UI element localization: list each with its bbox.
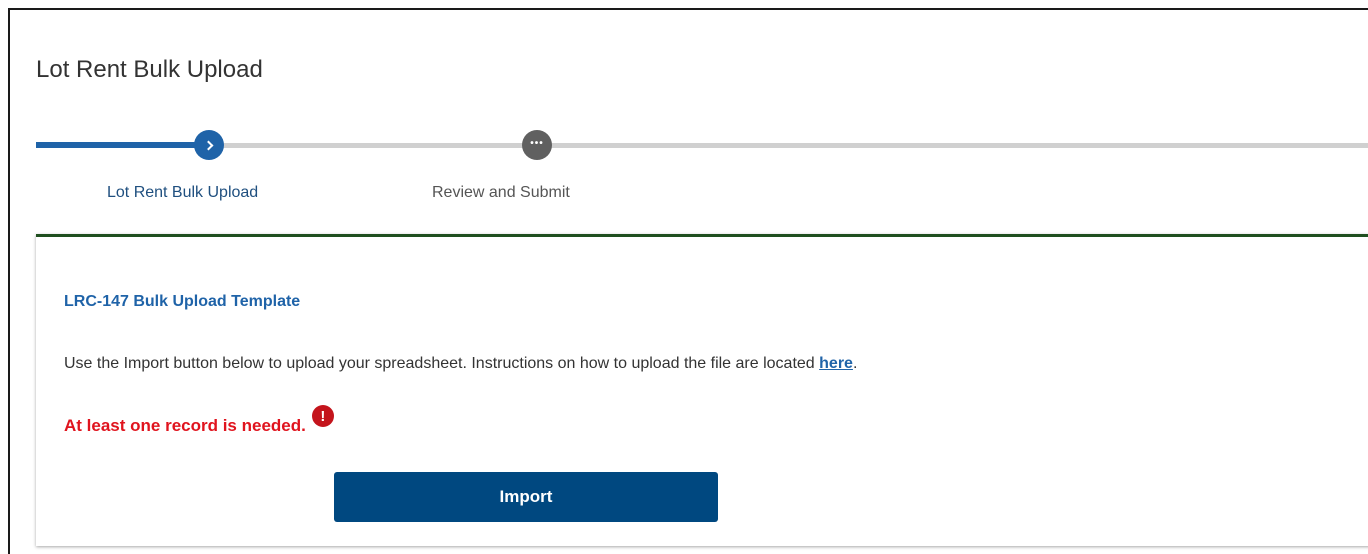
error-message: At least one record is needed.	[64, 416, 306, 435]
step-2-ellipsis-icon[interactable]: •••	[522, 130, 552, 160]
instructions-suffix: .	[852, 355, 858, 372]
upload-card: LRC-147 Bulk Upload Template Use the Imp…	[36, 234, 1368, 546]
stepper-track-progress	[36, 142, 216, 148]
ellipsis-icon: •••	[530, 137, 544, 149]
step-1-label[interactable]: Lot Rent Bulk Upload	[107, 184, 258, 202]
instructions-text: Use the Import button below to upload yo…	[64, 355, 857, 373]
template-heading: LRC-147 Bulk Upload Template	[64, 293, 301, 310]
instructions-prefix: Use the Import button below to upload yo…	[64, 355, 820, 372]
import-button[interactable]: Import	[334, 472, 718, 522]
step-2-label[interactable]: Review and Submit	[432, 184, 570, 202]
progress-stepper: ••• Lot Rent Bulk Upload Review and Subm…	[36, 130, 1368, 210]
chevron-right-icon	[203, 140, 213, 150]
stepper-track	[36, 143, 1368, 148]
error-icon: !	[311, 405, 334, 427]
page-title: Lot Rent Bulk Upload	[36, 56, 263, 83]
step-1-chevron-right-icon[interactable]	[194, 130, 224, 160]
instructions-link[interactable]: here	[819, 355, 853, 372]
error-message-row: At least one record is needed. !	[64, 405, 334, 436]
app-frame: Lot Rent Bulk Upload ••• Lot Rent Bulk U…	[8, 8, 1368, 554]
